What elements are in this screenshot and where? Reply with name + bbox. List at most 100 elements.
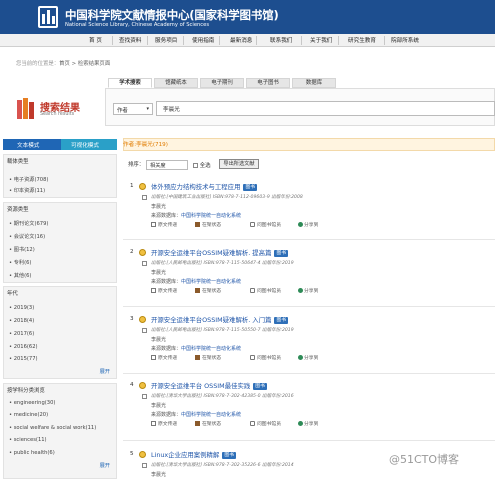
result-checkbox[interactable] — [142, 261, 147, 266]
books-icon — [17, 98, 34, 119]
source-link[interactable]: 中国科学院统一自动化系统 — [181, 213, 241, 219]
visual-mode-label: 可视化模式 — [71, 143, 99, 149]
tab-ebooks[interactable]: 电子图书 — [246, 78, 290, 88]
result-checkbox[interactable] — [142, 328, 147, 333]
nav-item-news[interactable]: 最新消息 — [230, 36, 252, 44]
share-link[interactable]: 分享到 — [304, 354, 318, 361]
source-label: 来源数据库： — [151, 346, 182, 352]
sort-select[interactable]: 相关度 — [146, 160, 188, 170]
book-type-icon — [139, 382, 146, 389]
result-author[interactable]: 李晨光 — [151, 336, 166, 343]
ask-librarian-link[interactable]: 问图书馆员 — [257, 287, 281, 294]
share-link[interactable]: 分享到 — [304, 420, 318, 427]
nav-item-graduate[interactable]: 研究生教育 — [348, 36, 376, 44]
tab-print-holdings[interactable]: 馆藏纸本 — [154, 78, 198, 88]
breadcrumb: 您当前的位置是：首页 > 检索结果页面 — [16, 59, 110, 67]
visual-mode-button[interactable]: 可视化模式 — [61, 139, 117, 150]
shelf-status-link[interactable]: 在架状态 — [202, 287, 221, 294]
doc-delivery-link[interactable]: 原文传递 — [158, 420, 177, 427]
facet-item[interactable]: • 会议论文(16) — [9, 233, 45, 240]
result-actions: 原文传递 在架状态 问图书馆员 分享到 — [151, 221, 471, 229]
result-author[interactable]: 李晨光 — [151, 471, 166, 478]
nav-item-home[interactable]: 首 页 — [89, 36, 102, 44]
book-type-icon — [139, 183, 146, 190]
select-all[interactable]: 全选 — [193, 161, 211, 169]
nav-item-services[interactable]: 服务项目 — [155, 36, 177, 44]
shelf-icon — [195, 355, 200, 360]
result-number: 2 — [130, 249, 134, 255]
search-input[interactable] — [156, 101, 495, 116]
result-checkbox[interactable] — [142, 394, 147, 399]
facet-item[interactable]: • 2019(3) — [9, 305, 34, 311]
facet-item[interactable]: • engineering(30) — [9, 400, 55, 406]
result-checkbox[interactable] — [142, 195, 147, 200]
source-link[interactable]: 中国科学院统一自动化系统 — [181, 346, 241, 352]
sort-label: 排序： — [128, 162, 145, 168]
result-divider — [123, 373, 495, 374]
tab-databases[interactable]: 数据库 — [292, 78, 336, 88]
share-icon — [298, 222, 303, 227]
result-actions: 原文传递 在架状态 问图书馆员 分享到 — [151, 420, 471, 428]
share-link[interactable]: 分享到 — [304, 221, 318, 228]
facet-item[interactable]: • public health(6) — [9, 450, 55, 456]
shelf-status-link[interactable]: 在架状态 — [202, 221, 221, 228]
shelf-status-link[interactable]: 在架状态 — [202, 354, 221, 361]
facet-item[interactable]: • medicine(20) — [9, 412, 48, 418]
ask-librarian-link[interactable]: 问图书馆员 — [257, 420, 281, 427]
nav-item-guide[interactable]: 使用指南 — [192, 36, 214, 44]
breadcrumb-path[interactable]: 首页 > 检索结果页面 — [59, 61, 110, 67]
ask-librarian-link[interactable]: 问图书馆员 — [257, 221, 281, 228]
facet-item[interactable]: • sciences(11) — [9, 437, 47, 443]
facet-item[interactable]: • 印本资源(11) — [9, 187, 45, 194]
result-meta: 出版社:[清华大学出版社] ISBN:978-7-302-42385-0 出版年… — [151, 394, 294, 399]
result-title[interactable]: 开源安全运维平台 OSSIM最佳实践 — [151, 382, 250, 390]
result-meta: 出版社:[人民邮电出版社] ISBN:978-7-115-50647-4 出版年… — [151, 261, 294, 266]
result-title-row: 开源安全运维平台 OSSIM最佳实践 图书 — [151, 381, 267, 390]
expand-link[interactable]: 展开 — [100, 462, 110, 469]
doc-delivery-link[interactable]: 原文传递 — [158, 354, 177, 361]
facet-item[interactable]: • 2016(62) — [9, 344, 38, 350]
share-link[interactable]: 分享到 — [304, 287, 318, 294]
document-icon — [151, 421, 156, 426]
result-title[interactable]: Linux企业应用案例精解 — [151, 451, 219, 459]
tab-ejournals[interactable]: 电子期刊 — [200, 78, 244, 88]
nav-item-about[interactable]: 关于我们 — [310, 36, 332, 44]
result-checkbox[interactable] — [142, 463, 147, 468]
select-all-checkbox[interactable] — [193, 163, 198, 168]
facet-item[interactable]: • social welfare & social work(11) — [9, 425, 96, 431]
library-logo-icon[interactable] — [38, 6, 58, 28]
shelf-status-link[interactable]: 在架状态 — [202, 420, 221, 427]
doc-delivery-link[interactable]: 原文传递 — [158, 287, 177, 294]
nav-item-system[interactable]: 院部所系统 — [391, 36, 419, 44]
facet-item[interactable]: • 2017(6) — [9, 331, 34, 337]
result-title[interactable]: 体外预应力结构技术与工程应用 — [151, 183, 240, 191]
facet-resource-type: 资源类型 • 期刊论文(679) • 会议论文(16) • 图书(12) • 专… — [3, 202, 117, 283]
result-author[interactable]: 李晨光 — [151, 269, 166, 276]
result-title[interactable]: 开源安全运维平台OSSIM疑难解析. 提高篇 — [151, 249, 271, 257]
tab-academic[interactable]: 学术搜索 — [108, 78, 152, 88]
result-title[interactable]: 开源安全运维平台OSSIM疑难解析. 入门篇 — [151, 316, 271, 324]
nav-item-find[interactable]: 查找资料 — [119, 36, 141, 44]
facet-subject: 按学科分类浏览 • engineering(30) • medicine(20)… — [3, 383, 117, 479]
source-link[interactable]: 中国科学院统一自动化系统 — [181, 412, 241, 418]
facet-item[interactable]: • 专利(6) — [9, 259, 31, 266]
expand-link[interactable]: 展开 — [100, 368, 110, 375]
ask-librarian-link[interactable]: 问图书馆员 — [257, 354, 281, 361]
results-summary-bar — [123, 138, 495, 151]
doc-delivery-link[interactable]: 原文传递 — [158, 221, 177, 228]
facet-item[interactable]: • 期刊论文(679) — [9, 220, 48, 227]
facet-item[interactable]: • 图书(12) — [9, 246, 35, 253]
main-nav: 首 页 查找资料 服务项目 使用指南 最新消息 联系我们 关于我们 研究生教育 … — [0, 34, 495, 47]
text-mode-button[interactable]: 文本模式 — [17, 141, 39, 149]
result-author[interactable]: 李晨光 — [151, 402, 166, 409]
result-author[interactable]: 李晨光 — [151, 203, 166, 210]
facet-item[interactable]: • 电子资源(708) — [9, 176, 48, 183]
nav-item-contact[interactable]: 联系我们 — [270, 36, 292, 44]
document-icon — [151, 222, 156, 227]
facet-item[interactable]: • 其他(6) — [9, 272, 31, 279]
export-button[interactable]: 导出所选文献 — [219, 159, 259, 169]
source-link[interactable]: 中国科学院统一自动化系统 — [181, 279, 241, 285]
search-field-select[interactable]: 作者 — [113, 103, 153, 115]
facet-item[interactable]: • 2018(4) — [9, 318, 34, 324]
facet-item[interactable]: • 2015(77) — [9, 356, 38, 362]
